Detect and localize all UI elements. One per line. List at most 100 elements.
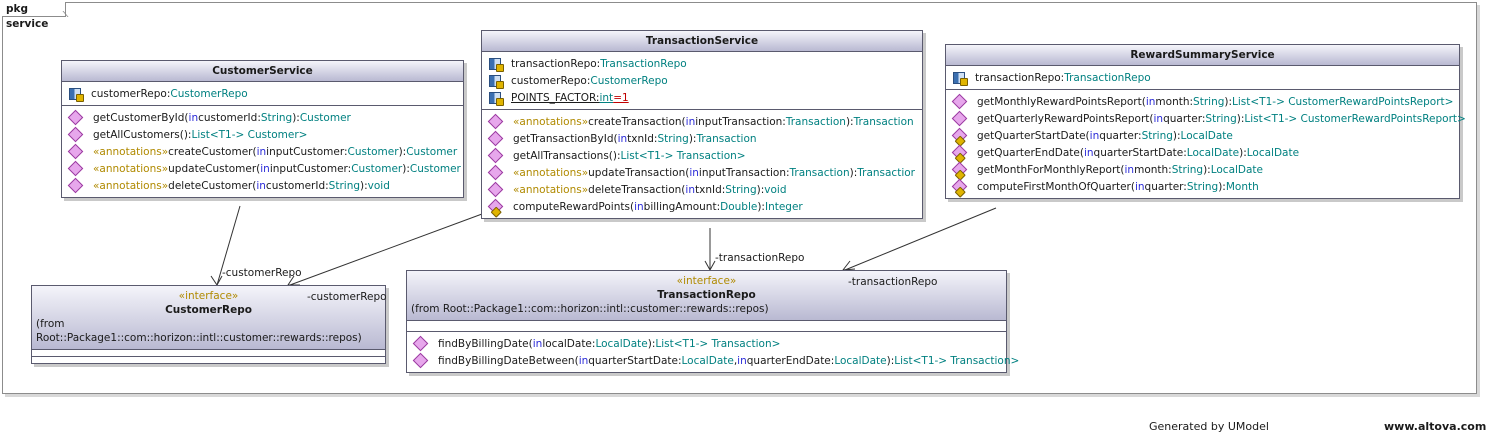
operation-row[interactable]: «annotations» createCustomer(in inputCus… [62, 143, 463, 160]
class-customer-service[interactable]: CustomerService customerRepo: CustomerRep… [61, 60, 464, 198]
op-param: quarter: [1099, 129, 1142, 142]
op-param-type: Double [720, 200, 758, 213]
attribute-compartment [407, 321, 1006, 332]
op-param-type: LocalDate [1186, 146, 1240, 159]
op-direction: in [1124, 163, 1135, 176]
op-return-type: Month [1225, 180, 1259, 193]
op-direction: in [532, 337, 543, 350]
public-operation-icon [67, 160, 84, 177]
operation-compartment: getCustomerById(in customerId: String): Cu… [62, 106, 463, 197]
op-name: computeRewardPoints( [513, 200, 635, 213]
operation-row[interactable]: getTransactionById(in txnId: String): Tran… [482, 130, 922, 147]
operation-row[interactable]: getQuarterlyRewardPointsReport(in quarte… [946, 110, 1466, 127]
operation-row[interactable]: getQuarterStartDate(in quarter: String): L… [946, 127, 1459, 144]
private-operation-icon [951, 178, 968, 195]
class-reward-summary-service[interactable]: RewardSummaryService transactionRepo: Tra… [945, 44, 1466, 199]
operation-row[interactable]: computeFirstMonthOfQuarter(in quarter: St… [946, 178, 1459, 195]
op-return-type: List<T1-> Transaction> [894, 354, 1020, 367]
op-stereotype: «annotations» [93, 179, 169, 192]
attribute-compartment: transactionRepo: TransactionRepo customer… [482, 52, 922, 110]
op-name: updateCustomer( [168, 162, 261, 175]
private-attribute-icon [489, 57, 504, 72]
operation-row[interactable]: «annotations» deleteCustomer(in customer… [62, 177, 463, 194]
operation-row[interactable]: getAllTransactions(): List<T1-> Transacti… [482, 147, 922, 164]
op-return-type: Transactior [857, 166, 915, 179]
interface-namespace: (from Root::Package1::com::horizon::intl… [36, 318, 362, 344]
op-name: getTransactionById( [513, 132, 618, 145]
op-name: computeFirstMonthOfQuarter( [977, 180, 1135, 193]
op-name: getQuarterEndDate( [977, 146, 1084, 159]
operation-row[interactable]: getMonthForMonthlyReport(in month: String… [946, 161, 1459, 178]
op-direction: in [634, 200, 644, 213]
op-param-type: String [1171, 163, 1204, 176]
op-param-type: String [1193, 95, 1225, 108]
op-direction: in [1134, 180, 1145, 193]
op-name: getAllTransactions(): [513, 149, 621, 162]
operation-row[interactable]: getQuarterEndDate(in quarterStartDate: Lo… [946, 144, 1459, 161]
op-param-type: String [1186, 180, 1219, 193]
op-return-type: Customer [409, 162, 461, 175]
op-param: txnId: [694, 183, 726, 196]
operation-compartment [32, 357, 385, 363]
generated-by-label: Generated by UModel [1149, 420, 1269, 433]
attribute-type: int [599, 91, 614, 104]
attribute-row[interactable]: transactionRepo: TransactionRepo [946, 69, 1459, 86]
op-return-type: Integer [764, 200, 803, 213]
attribute-row[interactable]: customerRepo: CustomerRepo [62, 85, 463, 102]
attribute-row[interactable]: transactionRepo: TransactionRepo [482, 55, 922, 72]
private-static-attribute-icon [489, 91, 504, 106]
op-param-type: LocalDate [834, 354, 887, 367]
op-param: inputTransaction: [695, 115, 786, 128]
op-name: updateTransaction( [588, 166, 690, 179]
public-operation-icon [67, 126, 84, 143]
op-return-type: List<T1-> Customer> [191, 128, 308, 141]
class-name: RewardSummaryService [946, 45, 1459, 66]
operation-row[interactable]: getMonthlyRewardPointsReport(in month: St… [946, 93, 1459, 110]
op-tail: ): [647, 337, 656, 350]
interface-namespace: (from Root::Package1::com::horizon::intl… [411, 303, 769, 315]
op-tail: ): [1172, 129, 1181, 142]
operation-row[interactable]: «annotations» updateCustomer(in inputCus… [62, 160, 463, 177]
op-name: getQuarterlyRewardPointsReport( [977, 112, 1154, 125]
attribute-name: customerRepo: [91, 87, 171, 100]
public-operation-icon [951, 93, 968, 110]
op-param-type: String [1141, 129, 1173, 142]
operation-compartment: findByBillingDate(in localDate: LocalDate… [407, 332, 1019, 372]
op-direction: in [1089, 129, 1100, 142]
private-operation-icon [487, 198, 504, 215]
operation-row[interactable]: getCustomerById(in customerId: String): Cu… [62, 109, 463, 126]
operation-row[interactable]: getAllCustomers(): List<T1-> Customer> [62, 126, 463, 143]
op-stereotype: «annotations» [93, 162, 169, 175]
public-operation-icon [412, 335, 429, 352]
operation-row[interactable]: «annotations» createTransaction(in input… [482, 113, 922, 130]
attribute-compartment: transactionRepo: TransactionRepo [946, 66, 1459, 90]
operation-row[interactable]: computeRewardPoints(in billingAmount: Dou… [482, 198, 922, 215]
op-return-type: void [764, 183, 787, 196]
operation-row[interactable]: «annotations» deleteTransaction(in txnId… [482, 181, 922, 198]
op-return-type: LocalDate [1246, 146, 1300, 159]
op-tail: ): [757, 200, 765, 213]
op-tail: ): [402, 162, 410, 175]
class-transaction-service[interactable]: TransactionService transactionRepo: Trans… [481, 30, 923, 219]
op-name: deleteTransaction( [588, 183, 686, 196]
op-param-type: String [1205, 112, 1237, 125]
role-label-transactionrepo-rs: -transactionRepo [848, 276, 938, 288]
attribute-row[interactable]: customerRepo: CustomerRepo [482, 72, 922, 89]
op-param: quarter: [1144, 180, 1187, 193]
operation-row[interactable]: findByBillingDateBetween(in quarterStart… [407, 352, 1019, 369]
op-param: quarter: [1163, 112, 1206, 125]
public-operation-icon [67, 177, 84, 194]
operation-row[interactable]: findByBillingDate(in localDate: LocalDate… [407, 335, 1006, 352]
public-operation-icon [487, 181, 504, 198]
op-name: createCustomer( [168, 145, 257, 158]
op-param: inputTransaction: [698, 166, 790, 179]
op-return-type: List<T1-> Transaction> [620, 149, 746, 162]
attribute-compartment: customerRepo: CustomerRepo [62, 82, 463, 106]
attribute-row[interactable]: POINTS_FACTOR: int =1 [482, 89, 922, 106]
attribute-type: CustomerRepo [590, 74, 668, 87]
operation-row[interactable]: «annotations» updateTransaction(in input… [482, 164, 922, 181]
attribute-default-value: =1 [613, 91, 629, 104]
op-tail: ): [398, 145, 407, 158]
attribute-type: TransactionRepo [600, 57, 687, 70]
op-return-type: Customer [299, 111, 351, 124]
